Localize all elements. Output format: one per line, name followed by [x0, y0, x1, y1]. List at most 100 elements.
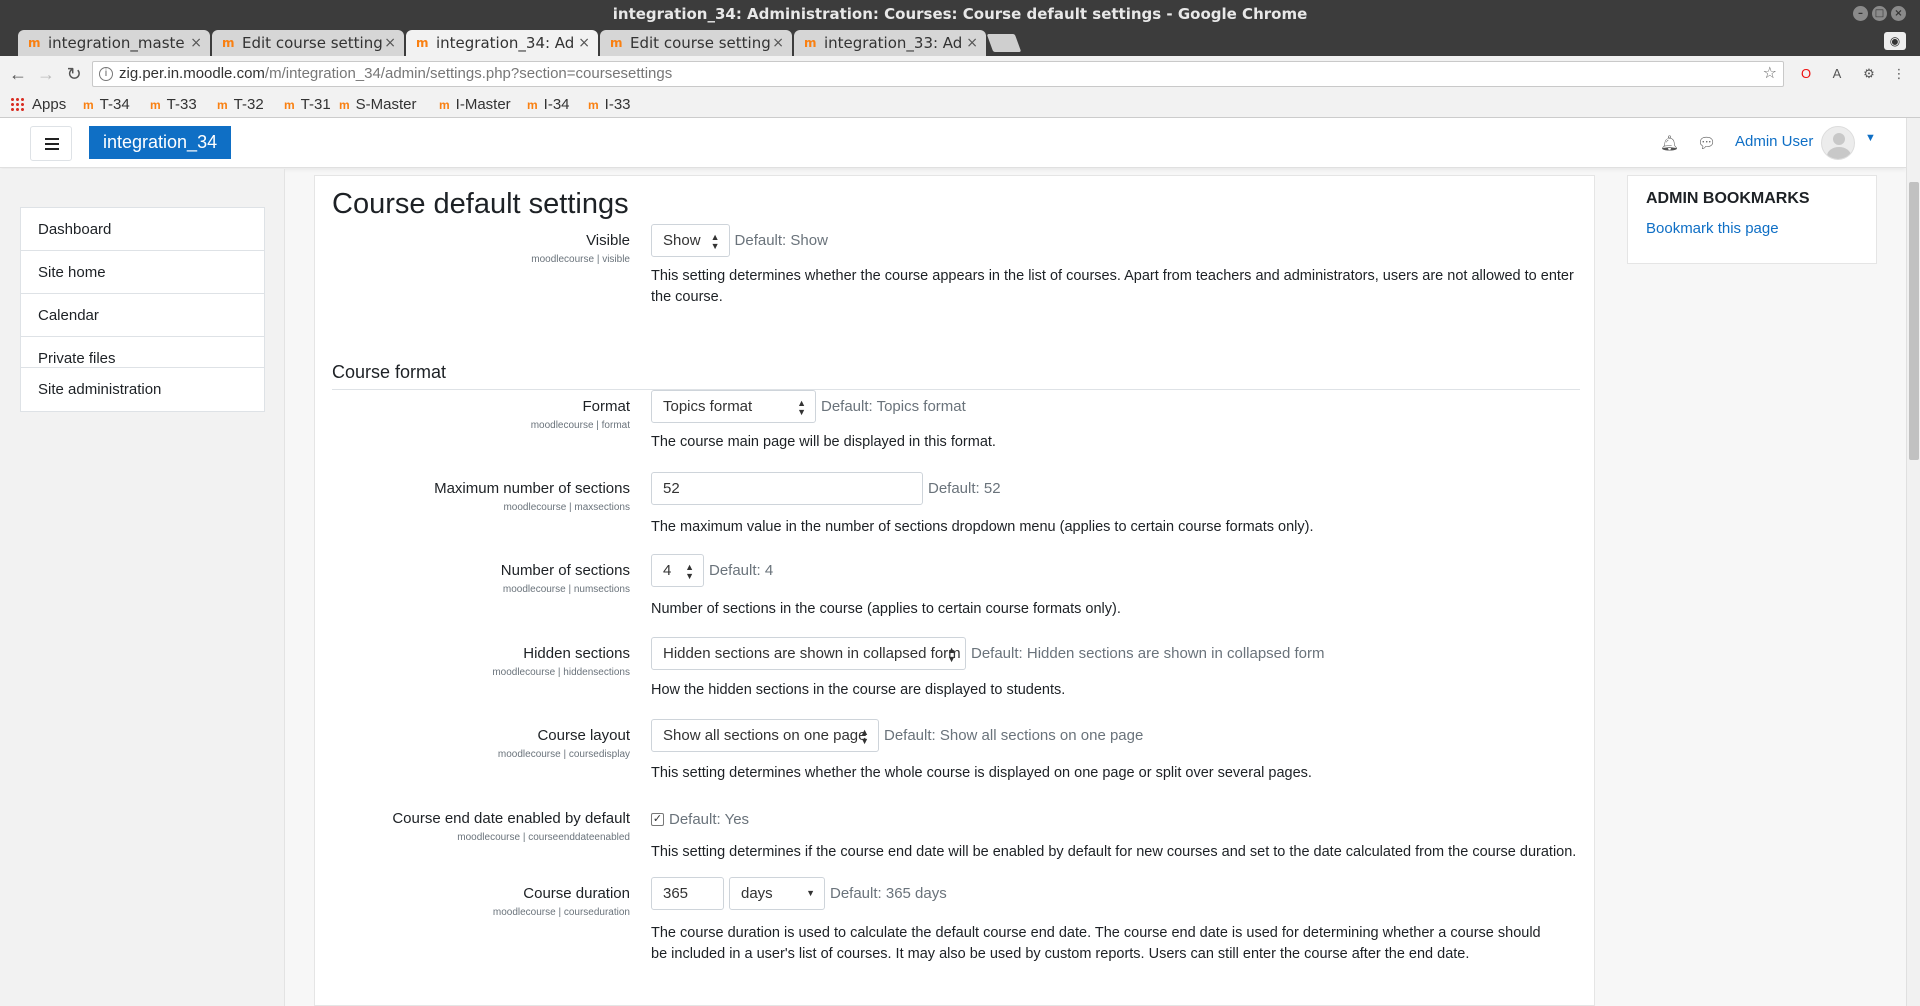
back-arrow-icon[interactable]: ← [8, 64, 28, 84]
tab-close-icon[interactable]: × [966, 30, 978, 56]
apps-grid-icon [10, 97, 24, 111]
bookmark-this-page-link[interactable]: Bookmark this page [1646, 220, 1779, 237]
setting-description: This setting determines whether the cour… [651, 268, 1574, 305]
scrollbar-thumb[interactable] [1909, 182, 1919, 460]
setting-description: This setting determines whether the whol… [651, 765, 1312, 781]
setting-description: The maximum value in the number of secti… [651, 519, 1314, 535]
setting-control: 365 days ▼ Default: 365 days [651, 877, 947, 910]
messages-chat-icon[interactable]: 💬︎ [1697, 134, 1716, 152]
bookmark-apps[interactable]: Apps [10, 95, 66, 115]
close-window-icon[interactable]: × [1891, 6, 1906, 21]
menu-toggle-button[interactable] [30, 126, 72, 161]
admin-bookmarks-block: ADMIN BOOKMARKS Bookmark this page [1627, 175, 1877, 264]
tab-close-icon[interactable]: × [772, 30, 784, 56]
bookmark-t32[interactable]: m T-32 [217, 95, 264, 115]
courseenddateenabled-checkbox[interactable]: ✓ [651, 812, 664, 826]
section-heading: Course format [332, 362, 447, 382]
bookmark-i33[interactable]: m I-33 [588, 95, 631, 115]
select-arrows-icon: ▲ ▼ [710, 232, 720, 251]
setting-label: Visible [586, 232, 630, 249]
site-brand[interactable]: integration_34 [89, 126, 232, 159]
profile-icon[interactable]: ◉ [1884, 32, 1906, 50]
address-bar[interactable]: i zig.per.in.moodle.com/m/integration_34… [92, 61, 1784, 87]
moodle-favicon-icon: m [83, 98, 94, 112]
notifications-bell-icon[interactable]: 🔔︎ [1660, 134, 1679, 152]
browser-tab-active[interactable]: m integration_34: Ad × [406, 30, 598, 56]
nav-item-dashboard[interactable]: Dashboard [21, 208, 264, 251]
tab-close-icon[interactable]: × [578, 30, 590, 56]
browser-tab-4[interactable]: m Edit course setting × [600, 30, 792, 56]
page-scrollbar[interactable] [1906, 118, 1920, 1006]
moodle-favicon-icon: m [439, 98, 450, 112]
chevron-down-icon[interactable]: ▼ [1865, 132, 1876, 144]
user-menu-name[interactable]: Admin User [1735, 133, 1813, 150]
forward-arrow-icon[interactable]: → [36, 64, 56, 84]
minimize-icon[interactable]: – [1853, 6, 1868, 21]
coursedisplay-select[interactable]: Show all sections on one page ▲ ▼ [651, 719, 879, 752]
setting-label: Number of sections [500, 562, 630, 579]
url-path: /m/integration_34/admin/settings.php?sec… [264, 65, 673, 82]
opera-extension-icon[interactable]: O [1797, 65, 1815, 83]
bookmark-t31[interactable]: m T-31 [284, 95, 331, 115]
bookmark-t34[interactable]: m T-34 [83, 95, 130, 115]
chrome-menu-icon[interactable]: ⋮ [1890, 65, 1908, 83]
moodle-favicon-icon: m [222, 36, 235, 50]
nav-primary: Dashboard Site home Calendar Private fil… [20, 207, 265, 381]
select-arrows-icon: ▲ ▼ [797, 398, 806, 417]
moodle-favicon-icon: m [588, 98, 599, 112]
tab-close-icon[interactable]: × [384, 30, 396, 56]
default-value: Default: Yes [669, 810, 750, 828]
format-select[interactable]: Topics format ▲ ▼ [651, 390, 816, 423]
select-arrows-icon: ▲ ▼ [685, 562, 694, 581]
browser-tab-1[interactable]: m integration_maste × [18, 30, 210, 56]
moodle-favicon-icon: m [217, 98, 228, 112]
setting-control: Topics format ▲ ▼ Default: Topics format [651, 390, 966, 423]
default-value: Default: Topics format [821, 398, 966, 415]
moodle-favicon-icon: m [610, 36, 623, 50]
setting-control: Show all sections on one page ▲ ▼ Default:… [651, 719, 1143, 752]
select-arrows-icon: ▲ ▼ [860, 727, 869, 746]
bookmark-t33[interactable]: m T-33 [150, 95, 197, 115]
avatar[interactable] [1821, 126, 1855, 160]
setting-label: Course duration [523, 885, 630, 902]
default-value: Default: 52 [928, 480, 1001, 497]
bookmark-s-master[interactable]: m S-Master [339, 95, 417, 115]
hamburger-icon [45, 138, 59, 140]
setting-id: moodlecourse | maxsections [503, 502, 630, 513]
hiddensections-select[interactable]: Hidden sections are shown in collapsed f… [651, 637, 966, 670]
nav-drawer: Dashboard Site home Calendar Private fil… [0, 169, 285, 1006]
nav-admin: Site administration [20, 367, 265, 412]
translate-extension-icon[interactable]: A [1828, 65, 1846, 83]
maxsections-input[interactable]: 52 [651, 472, 923, 505]
tab-title: Edit course setting [630, 34, 771, 52]
setting-label: Format [582, 398, 630, 415]
tab-close-icon[interactable]: × [190, 30, 202, 56]
numsections-select[interactable]: 4 ▲ ▼ [651, 554, 704, 587]
default-value: Default: Show all sections on one page [884, 727, 1144, 744]
reload-icon[interactable]: ↻ [64, 64, 84, 84]
setting-description: This setting determines if the course en… [651, 844, 1577, 860]
nav-item-site-administration[interactable]: Site administration [21, 368, 264, 411]
window-titlebar: integration_34: Administration: Courses:… [0, 0, 1920, 28]
browser-tab-5[interactable]: m integration_33: Ad × [794, 30, 986, 56]
info-icon[interactable]: i [99, 67, 113, 81]
maximize-icon[interactable]: □ [1872, 6, 1887, 21]
block-title: ADMIN BOOKMARKS [1646, 190, 1810, 207]
nav-item-calendar[interactable]: Calendar [21, 294, 264, 337]
setting-label: Course layout [537, 727, 630, 744]
visible-select[interactable]: Show ▲ ▼ [651, 224, 730, 257]
bookmark-i-master[interactable]: m I-Master [439, 95, 511, 115]
setting-control: 52 Default: 52 [651, 472, 1001, 505]
courseduration-input[interactable]: 365 [651, 877, 724, 910]
moodle-navbar: integration_34 🔔︎ 💬︎ Admin User ▼ [0, 118, 1906, 168]
setting-label: Maximum number of sections [434, 480, 630, 497]
moodle-favicon-icon: m [339, 98, 350, 112]
new-tab-button[interactable] [986, 34, 1022, 52]
setting-description: Number of sections in the course (applie… [651, 601, 1121, 617]
nav-item-site-home[interactable]: Site home [21, 251, 264, 294]
bookmark-i34[interactable]: m I-34 [527, 95, 570, 115]
courseduration-unit-select[interactable]: days ▼ [729, 877, 825, 910]
bookmark-star-icon[interactable]: ☆ [1763, 62, 1777, 86]
extension-icon[interactable]: ⚙ [1860, 65, 1878, 83]
browser-tab-2[interactable]: m Edit course setting × [212, 30, 404, 56]
